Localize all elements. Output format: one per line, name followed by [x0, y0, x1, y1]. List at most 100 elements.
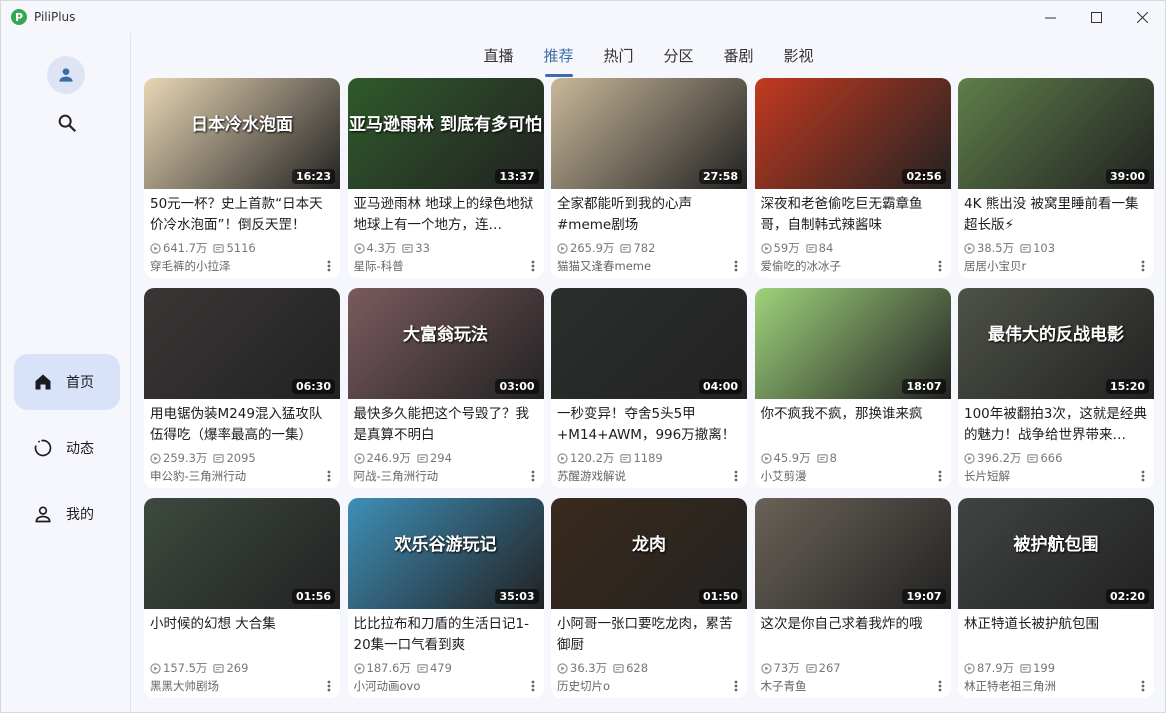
video-thumbnail[interactable]: 18:07 [754, 288, 951, 399]
video-card[interactable]: 亚马逊雨林 到底有多可怕 13:37 亚马逊雨林 地球上的绿色地狱 地球上有一个… [347, 78, 544, 278]
uploader-name[interactable]: 长片短解 [964, 468, 1124, 484]
uploader-name[interactable]: 穿毛裤的小拉泽 [150, 258, 310, 274]
minimize-button[interactable] [1027, 1, 1073, 33]
video-thumbnail[interactable]: 27:58 [551, 78, 747, 189]
more-options-icon[interactable] [1140, 679, 1146, 693]
uploader-name[interactable]: 林正特老祖三角洲 [964, 678, 1124, 694]
uploader-name[interactable]: 黑黑大帅剧场 [150, 678, 310, 694]
video-card[interactable]: 01:56 小时候的幻想 大合集 157.5万 269 黑黑大帅剧场 [144, 498, 340, 698]
tab-partition[interactable]: 分区 [649, 33, 709, 77]
video-thumbnail[interactable]: 19:07 [754, 498, 951, 609]
video-card[interactable]: 龙肉 01:50 小阿哥一张口要吃龙肉，累苦御厨 36.3万 628 历史切片o [551, 498, 747, 698]
tab-movies[interactable]: 影视 [769, 33, 829, 77]
video-thumbnail[interactable]: 01:56 [144, 498, 340, 609]
more-options-icon[interactable] [733, 679, 739, 693]
more-options-icon[interactable] [326, 469, 332, 483]
uploader-name[interactable]: 猫猫又逢春meme [557, 258, 717, 274]
video-thumbnail[interactable]: 06:30 [144, 288, 340, 399]
video-thumbnail[interactable]: 被护航包围 02:20 [958, 498, 1154, 609]
video-card[interactable]: 欢乐谷游玩记 35:03 比比拉布和刀盾的生活日记1-20集一口气看到爽 187… [347, 498, 544, 698]
danmaku-icon [213, 243, 225, 253]
video-card[interactable]: 02:56 深夜和老爸偷吃巨无霸章鱼哥，自制韩式辣酱味 59万 84 爱偷吃的冰… [754, 78, 951, 278]
nav-item-home[interactable]: 首页 [14, 354, 120, 410]
more-options-icon[interactable] [326, 679, 332, 693]
titlebar[interactable]: P PiliPlus [1, 1, 1165, 33]
nav-item-mine[interactable]: 我的 [14, 486, 120, 542]
video-thumbnail[interactable]: 02:56 [754, 78, 951, 189]
more-options-icon[interactable] [937, 469, 943, 483]
danmaku-count-value: 666 [1040, 451, 1063, 465]
video-title[interactable]: 亚马逊雨林 地球上的绿色地狱 地球上有一个地方，连… [354, 194, 538, 236]
video-thumbnail[interactable]: 亚马逊雨林 到底有多可怕 13:37 [347, 78, 544, 189]
uploader-name[interactable]: 小艾剪漫 [761, 468, 921, 484]
close-button[interactable] [1119, 1, 1165, 33]
tab-hot[interactable]: 热门 [589, 33, 649, 77]
video-stats: 265.9万 782 [557, 240, 661, 256]
minimize-icon [1044, 17, 1056, 18]
video-title[interactable]: 这次是你自己求着我炸的哦 [761, 614, 945, 656]
uploader-name[interactable]: 星际-科普 [354, 258, 514, 274]
uploader-name[interactable]: 苏醒游戏解说 [557, 468, 717, 484]
uploader-name[interactable]: 居居小宝贝r [964, 258, 1124, 274]
video-title[interactable]: 最快多久能把这个号毁了？我是真算不明白 [354, 404, 538, 446]
video-title[interactable]: 100年被翻拍3次，这就是经典的魅力！战争给世界带来… [964, 404, 1148, 446]
nav-item-dynamic[interactable]: 动态 [14, 420, 120, 476]
video-thumbnail[interactable]: 最伟大的反战电影 15:20 [958, 288, 1154, 399]
video-card[interactable]: 大富翁玩法 03:00 最快多久能把这个号毁了？我是真算不明白 246.9万 2… [347, 288, 544, 488]
search-button[interactable] [55, 111, 79, 135]
video-thumbnail[interactable]: 龙肉 01:50 [551, 498, 747, 609]
video-title[interactable]: 全家都能听到我的心声#meme剧场 [557, 194, 741, 236]
video-card[interactable]: 19:07 这次是你自己求着我炸的哦 73万 267 木子青鱼 [754, 498, 951, 698]
more-options-icon[interactable] [530, 679, 536, 693]
avatar[interactable] [47, 56, 85, 94]
video-thumbnail[interactable]: 04:00 [551, 288, 747, 399]
video-card[interactable]: 06:30 用电锯伪装M249混入猛攻队伍得吃（爆率最高的一集） 259.3万 … [144, 288, 340, 488]
tab-bangumi[interactable]: 番剧 [709, 33, 769, 77]
video-title[interactable]: 4K 熊出没 被窝里睡前看一集 超长版⚡ [964, 194, 1148, 236]
more-options-icon[interactable] [530, 259, 536, 273]
uploader-name[interactable]: 申公豹-三角洲行动 [150, 468, 310, 484]
video-title[interactable]: 深夜和老爸偷吃巨无霸章鱼哥，自制韩式辣酱味 [761, 194, 945, 236]
video-title[interactable]: 小阿哥一张口要吃龙肉，累苦御厨 [557, 614, 741, 656]
uploader-name[interactable]: 阿战-三角洲行动 [354, 468, 514, 484]
video-card[interactable]: 39:00 4K 熊出没 被窝里睡前看一集 超长版⚡ 38.5万 103 居居小… [958, 78, 1154, 278]
video-title[interactable]: 小时候的幻想 大合集 [150, 614, 334, 656]
danmaku-count-value: 8 [829, 451, 837, 465]
video-card[interactable]: 04:00 一秒变异！夺舍5头5甲+M14+AWM，996万撤离！ 120.2万… [551, 288, 747, 488]
video-card[interactable]: 最伟大的反战电影 15:20 100年被翻拍3次，这就是经典的魅力！战争给世界带… [958, 288, 1154, 488]
more-options-icon[interactable] [1140, 469, 1146, 483]
uploader-name[interactable]: 小河动画ovo [354, 678, 514, 694]
video-thumbnail[interactable]: 39:00 [958, 78, 1154, 189]
more-options-icon[interactable] [937, 259, 943, 273]
uploader-name[interactable]: 木子青鱼 [761, 678, 921, 694]
video-thumbnail[interactable]: 日本冷水泡面 16:23 [144, 78, 340, 189]
play-count-icon [760, 242, 772, 254]
video-title[interactable]: 用电锯伪装M249混入猛攻队伍得吃（爆率最高的一集） [150, 404, 334, 446]
uploader-name[interactable]: 历史切片o [557, 678, 717, 694]
video-title[interactable]: 林正特道长被护航包围 [964, 614, 1148, 656]
video-title[interactable]: 50元一杯？史上首款“日本天价冷水泡面”！倒反天罡！ [150, 194, 334, 236]
video-title[interactable]: 比比拉布和刀盾的生活日记1-20集一口气看到爽 [354, 614, 538, 656]
view-count-value: 120.2万 [570, 451, 615, 465]
more-options-icon[interactable] [530, 469, 536, 483]
danmaku-count: 8 [816, 451, 837, 465]
more-options-icon[interactable] [733, 469, 739, 483]
uploader-name[interactable]: 爱偷吃的冰冰子 [761, 258, 921, 274]
video-card[interactable]: 日本冷水泡面 16:23 50元一杯？史上首款“日本天价冷水泡面”！倒反天罡！ … [144, 78, 340, 278]
view-count-value: 396.2万 [977, 451, 1022, 465]
maximize-button[interactable] [1073, 1, 1119, 33]
video-title[interactable]: 一秒变异！夺舍5头5甲+M14+AWM，996万撤离！ [557, 404, 741, 446]
video-title[interactable]: 你不疯我不疯，那换谁来疯 [761, 404, 945, 446]
video-card[interactable]: 被护航包围 02:20 林正特道长被护航包围 87.9万 199 林正特老祖三角… [958, 498, 1154, 698]
video-thumbnail[interactable]: 欢乐谷游玩记 35:03 [347, 498, 544, 609]
more-options-icon[interactable] [326, 259, 332, 273]
more-options-icon[interactable] [937, 679, 943, 693]
more-options-icon[interactable] [733, 259, 739, 273]
video-card[interactable]: 27:58 全家都能听到我的心声#meme剧场 265.9万 782 猫猫又逢春… [551, 78, 747, 278]
video-card[interactable]: 18:07 你不疯我不疯，那换谁来疯 45.9万 8 小艾剪漫 [754, 288, 951, 488]
tab-recommend[interactable]: 推荐 [529, 33, 589, 77]
video-grid: 日本冷水泡面 16:23 50元一杯？史上首款“日本天价冷水泡面”！倒反天罡！ … [144, 78, 1154, 698]
tab-live[interactable]: 直播 [469, 33, 529, 77]
video-thumbnail[interactable]: 大富翁玩法 03:00 [347, 288, 544, 399]
more-options-icon[interactable] [1140, 259, 1146, 273]
